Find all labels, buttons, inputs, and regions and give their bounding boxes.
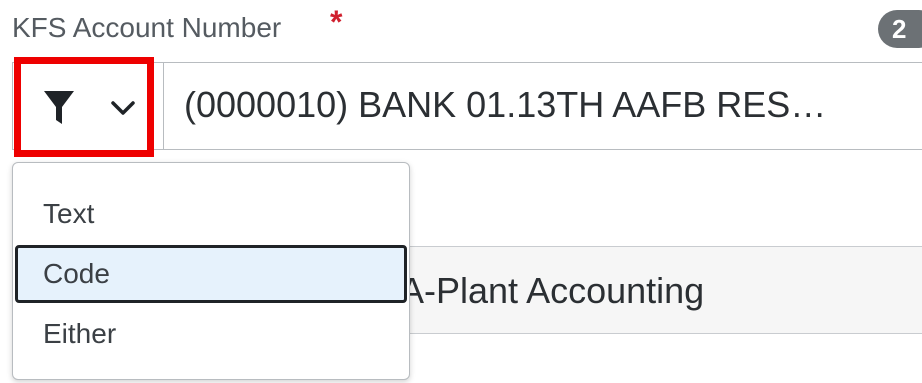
kfs-account-value[interactable]: (0000010) BANK 01.13TH AAFB RES… <box>184 84 826 126</box>
kfs-account-label: KFS Account Number <box>12 12 282 43</box>
form-panel: KFS Account Number * 2 (0000010) BANK 01… <box>0 0 922 383</box>
input-divider <box>163 62 164 150</box>
required-marker: * <box>330 4 343 40</box>
second-field-value: A-Plant Accounting <box>400 270 705 311</box>
filter-mode-button[interactable] <box>14 57 154 157</box>
filter-icon <box>44 91 74 124</box>
menu-item-text[interactable]: Text <box>15 185 407 243</box>
menu-item-either[interactable]: Either <box>15 305 407 363</box>
menu-item-code[interactable]: Code <box>15 245 407 303</box>
chevron-down-icon <box>111 101 135 115</box>
count-badge: 2 <box>878 10 922 48</box>
filter-mode-menu: Text Code Either <box>12 162 410 380</box>
